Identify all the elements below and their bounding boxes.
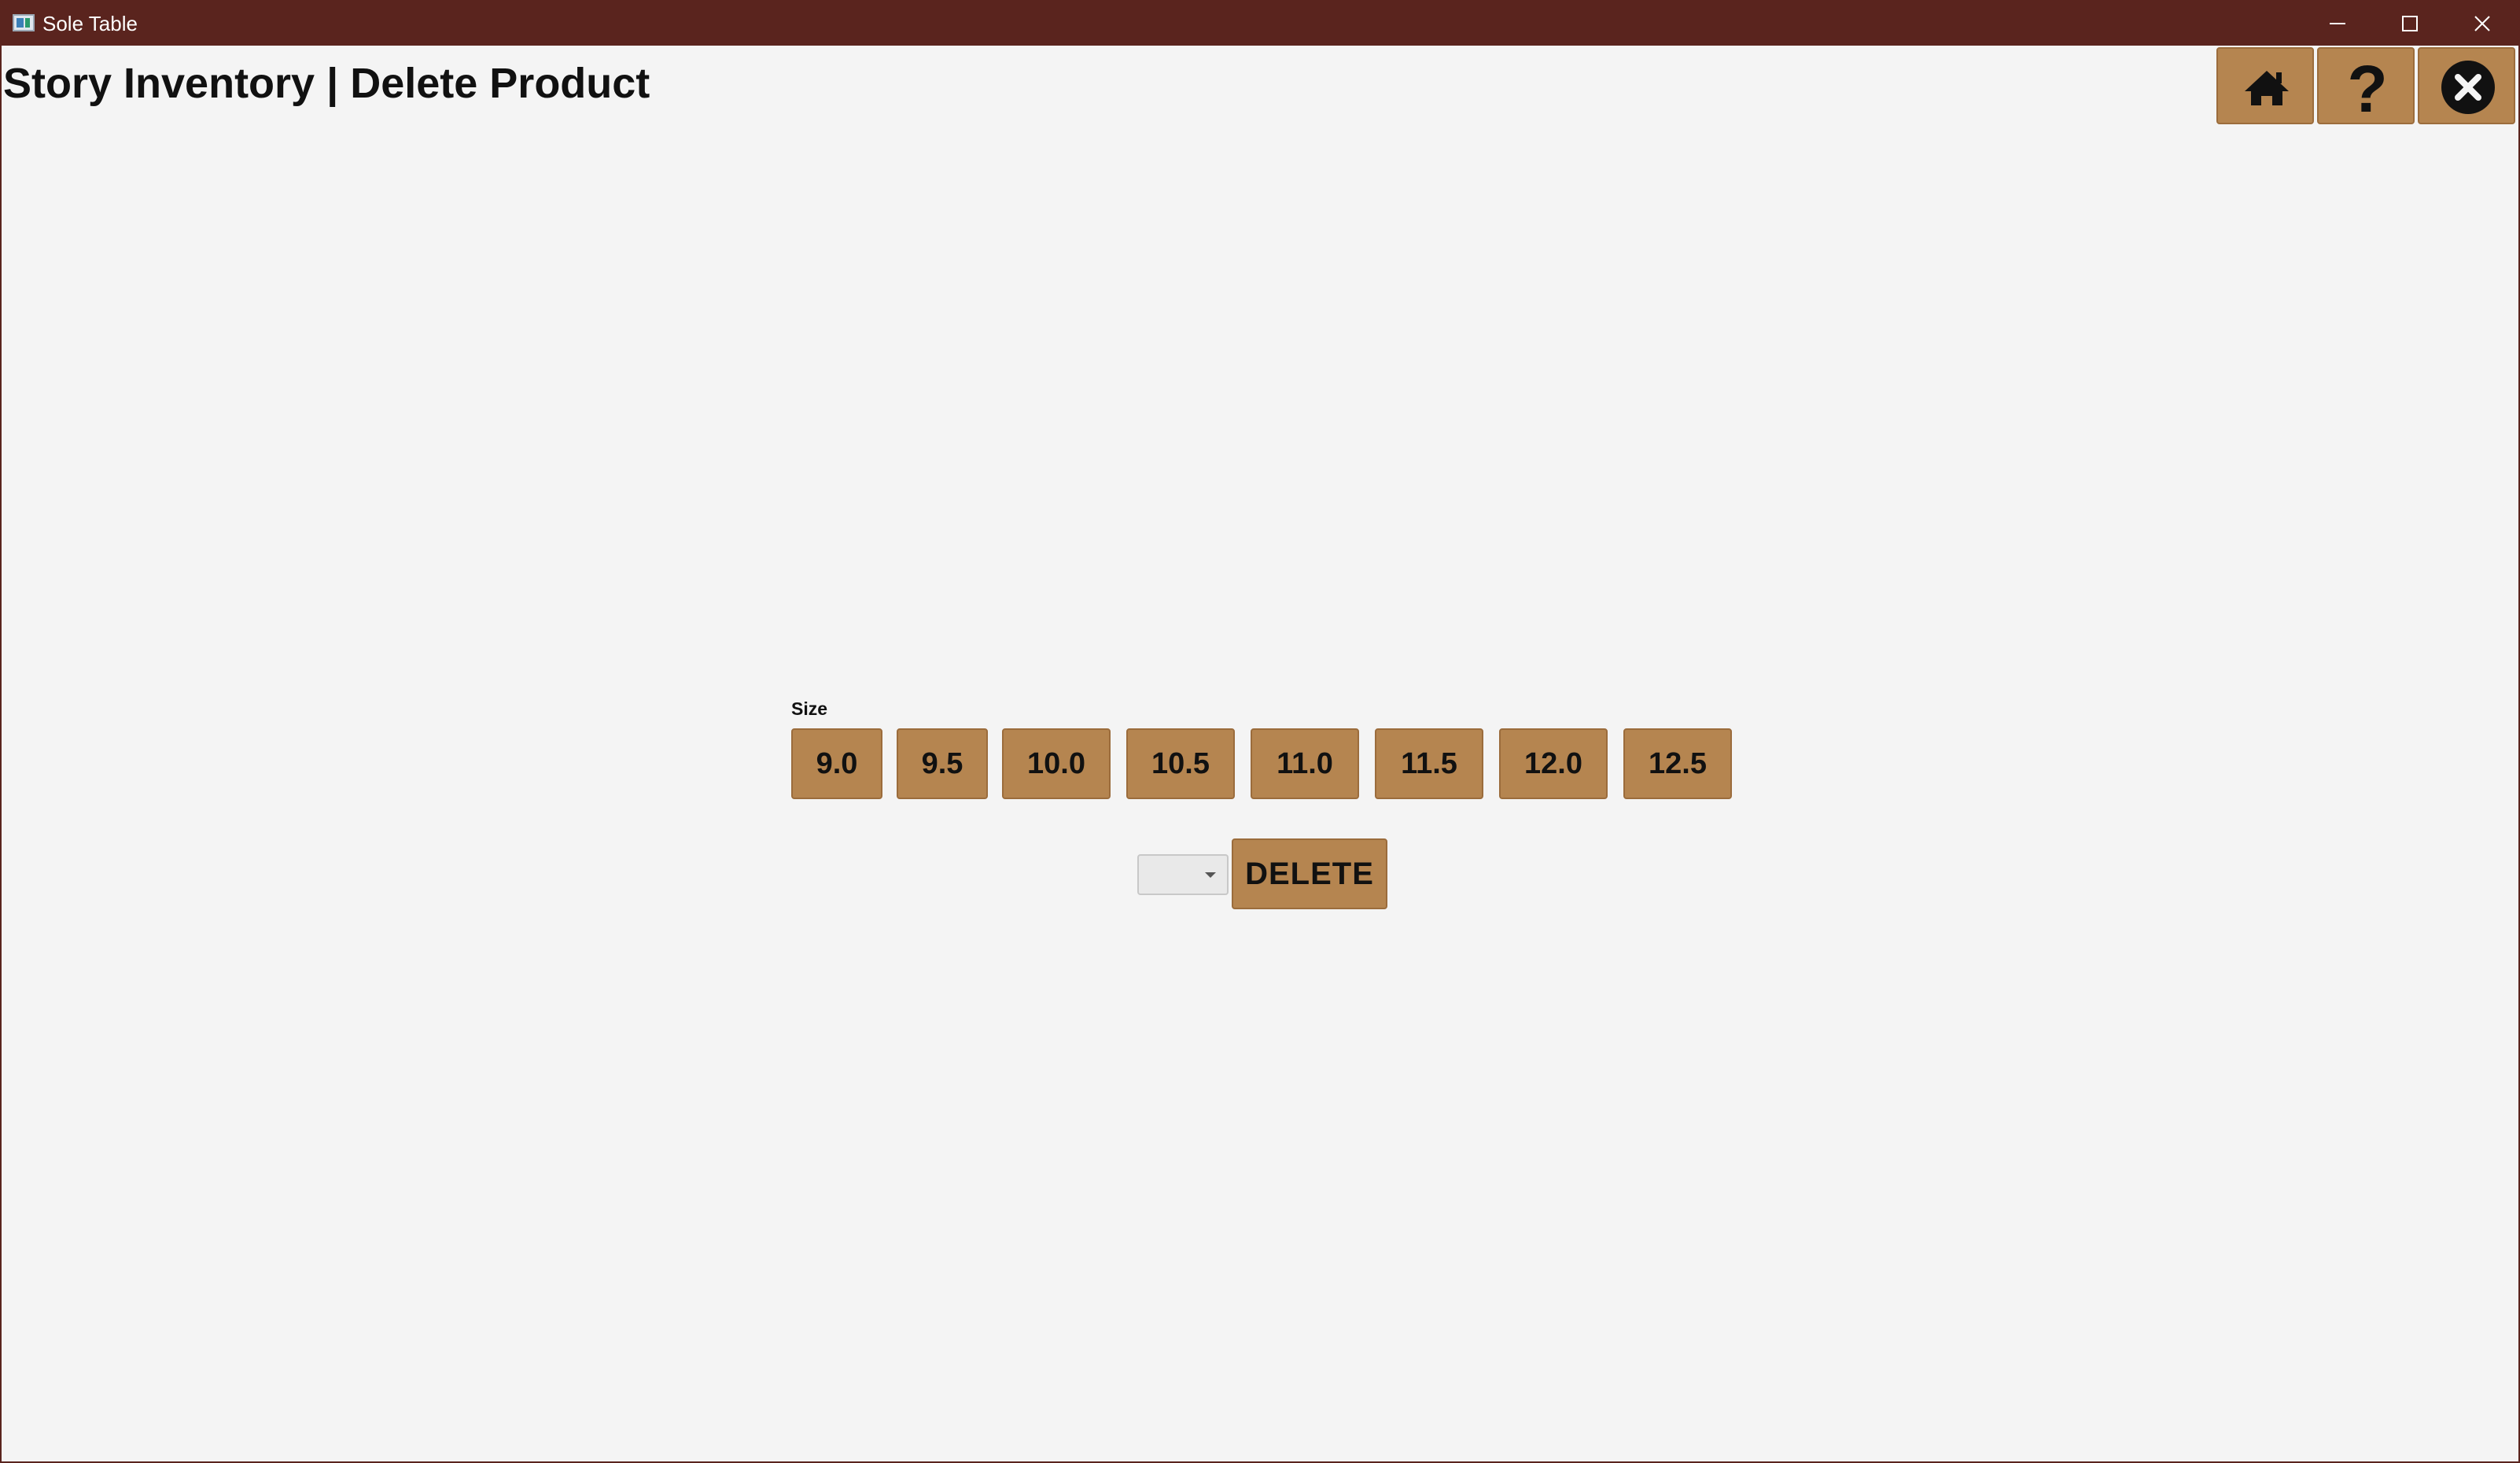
exit-button[interactable]	[2418, 47, 2515, 124]
size-button-10-0[interactable]: 10.0	[1002, 728, 1111, 799]
size-button-12-5[interactable]: 12.5	[1623, 728, 1732, 799]
question-mark-icon: ?	[2347, 52, 2387, 126]
minimize-button[interactable]	[2301, 2, 2374, 46]
circle-x-icon	[2441, 61, 2495, 114]
window-close-button[interactable]	[2446, 2, 2518, 46]
maximize-button[interactable]	[2374, 2, 2446, 46]
size-button-9-0[interactable]: 9.0	[791, 728, 882, 799]
window-titlebar[interactable]: Sole Table	[2, 2, 2518, 46]
main-content: Story Inventory | Delete Product ? Size …	[2, 46, 2518, 1461]
size-button-11-5[interactable]: 11.5	[1375, 728, 1483, 799]
minimize-icon	[2330, 23, 2345, 24]
page-title: Story Inventory | Delete Product	[3, 60, 650, 107]
close-icon	[2474, 16, 2490, 31]
app-window: Sole Table Story Inventory | Delete Prod…	[0, 0, 2520, 1463]
product-dropdown[interactable]	[1137, 854, 1229, 895]
app-icon	[13, 14, 35, 31]
size-button-9-5[interactable]: 9.5	[897, 728, 988, 799]
size-button-12-0[interactable]: 12.0	[1499, 728, 1608, 799]
size-label: Size	[791, 698, 828, 719]
svg-text:?: ?	[2347, 52, 2387, 126]
maximize-icon	[2402, 16, 2418, 31]
size-button-10-5[interactable]: 10.5	[1126, 728, 1235, 799]
home-button[interactable]	[2216, 47, 2314, 124]
window-title: Sole Table	[42, 12, 138, 35]
home-icon	[2245, 71, 2289, 105]
chevron-down-icon	[1205, 872, 1216, 878]
size-button-11-0[interactable]: 11.0	[1251, 728, 1359, 799]
help-button[interactable]: ?	[2317, 47, 2415, 126]
delete-button[interactable]: DELETE	[1232, 838, 1387, 909]
